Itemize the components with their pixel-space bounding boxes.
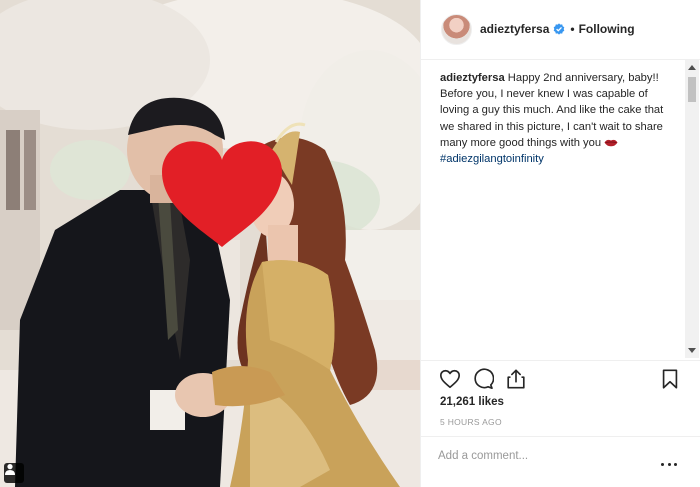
post-timestamp[interactable]: 5 HOURS AGO xyxy=(440,417,502,427)
header-user-row: adieztyfersa • Following xyxy=(480,22,635,36)
caption-hashtag[interactable]: #adiezgilangtoinfinity xyxy=(440,153,544,165)
separator-dot: • xyxy=(570,22,575,36)
avatar[interactable] xyxy=(441,14,472,45)
bookmark-icon[interactable] xyxy=(659,368,681,390)
scrollbar[interactable] xyxy=(685,60,699,358)
action-bar xyxy=(421,360,700,396)
more-options-icon[interactable] xyxy=(661,463,677,469)
comment-icon[interactable] xyxy=(472,368,494,390)
scroll-up-arrow-icon[interactable] xyxy=(688,65,696,70)
post-side-panel: adieztyfersa • Following adieztyfersa Ha… xyxy=(420,0,700,487)
tagged-users-button[interactable] xyxy=(4,463,24,483)
more-dot xyxy=(661,463,664,466)
post-photo[interactable] xyxy=(0,0,420,487)
scroll-down-arrow-icon[interactable] xyxy=(688,348,696,353)
post-caption: adieztyfersa Happy 2nd anniversary, baby… xyxy=(440,70,676,167)
user-silhouette-icon xyxy=(5,464,15,475)
following-button[interactable]: Following xyxy=(579,22,635,36)
instagram-post: adieztyfersa • Following adieztyfersa Ha… xyxy=(0,0,700,487)
comment-form xyxy=(421,436,700,487)
share-icon[interactable] xyxy=(505,368,527,390)
caption-username[interactable]: adieztyfersa xyxy=(440,72,505,84)
photo-scene xyxy=(0,0,420,487)
heart-outline-icon[interactable] xyxy=(439,368,461,390)
header-username[interactable]: adieztyfersa xyxy=(480,22,549,36)
more-dot xyxy=(667,463,671,466)
likes-count[interactable]: 21,261 likes xyxy=(440,396,504,408)
lips-icon xyxy=(604,139,618,147)
comments-scroll-area[interactable]: adieztyfersa Happy 2nd anniversary, baby… xyxy=(421,60,685,358)
more-dot xyxy=(674,463,677,466)
verified-badge-icon xyxy=(554,23,565,35)
comment-input[interactable] xyxy=(438,447,638,465)
post-header: adieztyfersa • Following xyxy=(421,0,700,60)
scroll-thumb[interactable] xyxy=(688,77,696,102)
